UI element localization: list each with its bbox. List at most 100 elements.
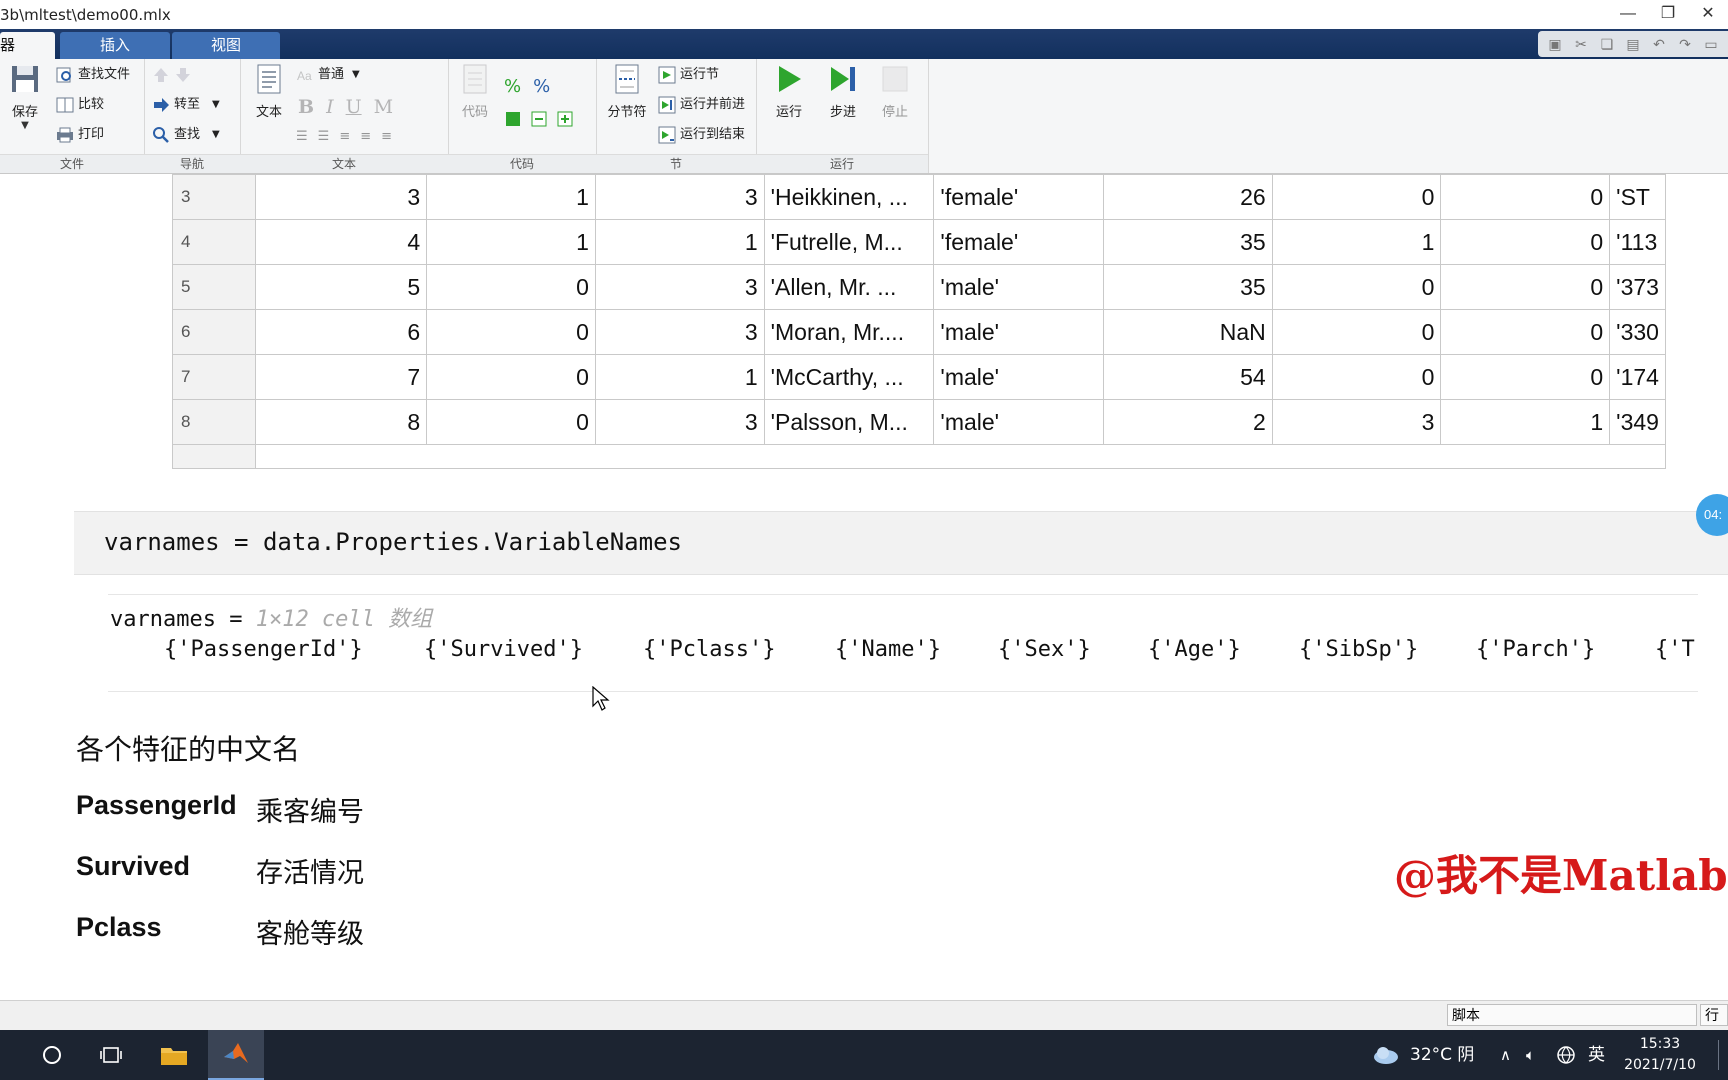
table-cell[interactable]: 7 <box>255 354 428 400</box>
table-cell[interactable]: 3 <box>594 309 765 355</box>
decrease-indent-icon[interactable] <box>530 110 548 128</box>
increase-indent-icon[interactable] <box>556 110 574 128</box>
table-cell[interactable]: 4 <box>255 219 428 265</box>
table-cell[interactable]: 3 <box>594 264 765 310</box>
table-cell[interactable]: 35 <box>1102 264 1273 310</box>
bullet-list-icon[interactable]: ☰ <box>296 125 308 149</box>
table-cell[interactable]: 0 <box>1271 354 1442 400</box>
table-cell[interactable]: 'Palsson, M... <box>763 399 935 445</box>
bold-button[interactable]: B <box>298 95 314 119</box>
table-cell[interactable]: 0 <box>1440 309 1611 355</box>
code-button[interactable]: 代码 <box>450 63 500 120</box>
maximize-button[interactable]: ❐ <box>1648 0 1688 29</box>
stop-button[interactable]: 停止 <box>870 63 920 120</box>
table-cell[interactable]: 1 <box>426 174 596 220</box>
table-cell[interactable]: 'male' <box>933 264 1104 310</box>
network-icon[interactable] <box>1556 1030 1576 1080</box>
compare-button[interactable]: 比较 <box>56 93 104 117</box>
paste-icon[interactable]: ▤ <box>1622 34 1644 54</box>
table-row[interactable]: 7 7 0 1 'McCarthy, ...'male' 54 0 0'174 <box>171 354 1666 400</box>
table-cell[interactable]: 3 <box>255 174 428 220</box>
table-cell[interactable]: 3 <box>594 399 765 445</box>
table-cell[interactable]: 0 <box>1271 264 1442 310</box>
table-cell[interactable]: 'McCarthy, ... <box>763 354 935 400</box>
cut-icon[interactable]: ✂ <box>1570 34 1592 54</box>
row-header[interactable]: 4 <box>171 219 257 265</box>
table-row[interactable]: 5 5 0 3 'Allen, Mr. ...'male' 35 0 0'373 <box>171 264 1666 310</box>
table-cell[interactable]: 1 <box>426 219 596 265</box>
table-cell[interactable]: 0 <box>426 354 596 400</box>
table-row[interactable]: 3 3 1 3 'Heikkinen, ...'female' 26 0 0 'ST <box>171 174 1666 220</box>
table-cell[interactable]: 0 <box>426 264 596 310</box>
table-cell[interactable]: 'male' <box>933 399 1104 445</box>
table-cell[interactable]: 'female' <box>933 174 1104 220</box>
find-files-button[interactable]: 查找文件 <box>56 63 130 87</box>
table-cell[interactable]: 1 <box>594 354 765 400</box>
table-cell[interactable]: 'ST <box>1609 174 1666 220</box>
numbered-list-icon[interactable]: ☰ <box>318 125 330 149</box>
table-cell[interactable]: NaN <box>1102 309 1273 355</box>
table-cell[interactable]: 0 <box>1440 264 1611 310</box>
live-editor-content[interactable]: 3 3 1 3 'Heikkinen, ...'female' 26 0 0 'ST 4 4 1 1 'F… <box>0 174 1728 978</box>
show-desktop-button[interactable] <box>1718 1040 1728 1070</box>
text-button[interactable]: 文本 <box>244 63 294 120</box>
file-explorer-icon[interactable] <box>146 1030 202 1080</box>
table-cell[interactable]: 2 <box>1102 399 1273 445</box>
table-cell[interactable]: 0 <box>1271 174 1442 220</box>
run-button[interactable]: 运行 <box>764 63 814 120</box>
row-header[interactable]: 5 <box>171 264 257 310</box>
table-cell[interactable]: 'male' <box>933 309 1104 355</box>
italic-button[interactable]: I <box>326 95 334 119</box>
table-cell[interactable]: 35 <box>1102 219 1273 265</box>
table-cell[interactable]: 5 <box>255 264 428 310</box>
table-row[interactable]: 4 4 1 1 'Futrelle, M...'female' 35 1 0'113 <box>171 219 1666 265</box>
section-up-button[interactable] <box>152 63 192 87</box>
table-cell[interactable]: '113 <box>1609 219 1666 265</box>
code-cell[interactable]: varnames = data.Properties.VariableNames <box>74 511 1728 575</box>
code-line[interactable]: varnames = data.Properties.VariableNames <box>104 528 682 556</box>
table-cell[interactable]: '330 <box>1609 309 1666 355</box>
align-left-icon[interactable]: ≡ <box>339 125 350 149</box>
weather-icon[interactable] <box>1372 1030 1400 1080</box>
table-cell[interactable]: 0 <box>1440 219 1611 265</box>
row-header[interactable]: 8 <box>171 399 257 445</box>
table-cell[interactable]: 0 <box>1440 174 1611 220</box>
run-section-button[interactable]: 运行节 <box>658 63 719 87</box>
underline-button[interactable]: U <box>346 95 362 119</box>
align-center-icon[interactable]: ≡ <box>360 125 371 149</box>
run-advance-button[interactable]: 运行并前进 <box>658 93 745 117</box>
table-cell[interactable]: 8 <box>255 399 428 445</box>
undo-icon[interactable]: ↶ <box>1648 34 1670 54</box>
save-dropdown-icon[interactable]: ▼ <box>0 120 50 131</box>
table-cell[interactable]: 0 <box>1271 309 1442 355</box>
table-cell[interactable]: 1 <box>594 219 765 265</box>
minimize-button[interactable]: — <box>1608 0 1648 29</box>
table-cell[interactable]: 'Allen, Mr. ... <box>763 264 935 310</box>
volume-icon[interactable]: 🔈︎ <box>1526 1030 1535 1080</box>
table-cell[interactable]: 3 <box>594 174 765 220</box>
save-button[interactable]: 保存 ▼ <box>0 63 50 131</box>
table-cell[interactable]: 0 <box>426 399 596 445</box>
monospace-button[interactable]: M <box>374 95 393 119</box>
table-row[interactable]: 8 8 0 3 'Palsson, M...'male' 2 3 1'349 <box>171 399 1666 445</box>
table-cell[interactable]: 1 <box>1440 399 1611 445</box>
copy-icon[interactable]: ❏ <box>1596 34 1618 54</box>
row-header[interactable]: 7 <box>171 354 257 400</box>
goto-button[interactable]: 转至 ▼ <box>152 93 220 117</box>
table-cell[interactable]: '174 <box>1609 354 1666 400</box>
search-icon[interactable] <box>24 1030 80 1080</box>
tab-insert[interactable]: 插入 <box>60 32 170 59</box>
table-cell[interactable]: 'Futrelle, M... <box>763 219 935 265</box>
table-cell[interactable]: 0 <box>1440 354 1611 400</box>
matlab-taskbar-icon[interactable] <box>208 1030 264 1080</box>
tab-view[interactable]: 视图 <box>172 32 280 59</box>
close-button[interactable]: ✕ <box>1688 0 1728 29</box>
uncomment-icon[interactable]: % <box>533 75 550 99</box>
section-break-button[interactable]: 分节符 <box>600 63 654 120</box>
print-button[interactable]: 打印 <box>56 123 104 147</box>
find-button[interactable]: 查找 ▼ <box>152 123 220 147</box>
run-to-end-button[interactable]: 运行到结束 <box>658 123 745 147</box>
table-cell[interactable]: 'female' <box>933 219 1104 265</box>
dock-icon[interactable]: ▭ <box>1700 34 1722 54</box>
tab-live-editor[interactable]: 器 <box>0 32 55 59</box>
